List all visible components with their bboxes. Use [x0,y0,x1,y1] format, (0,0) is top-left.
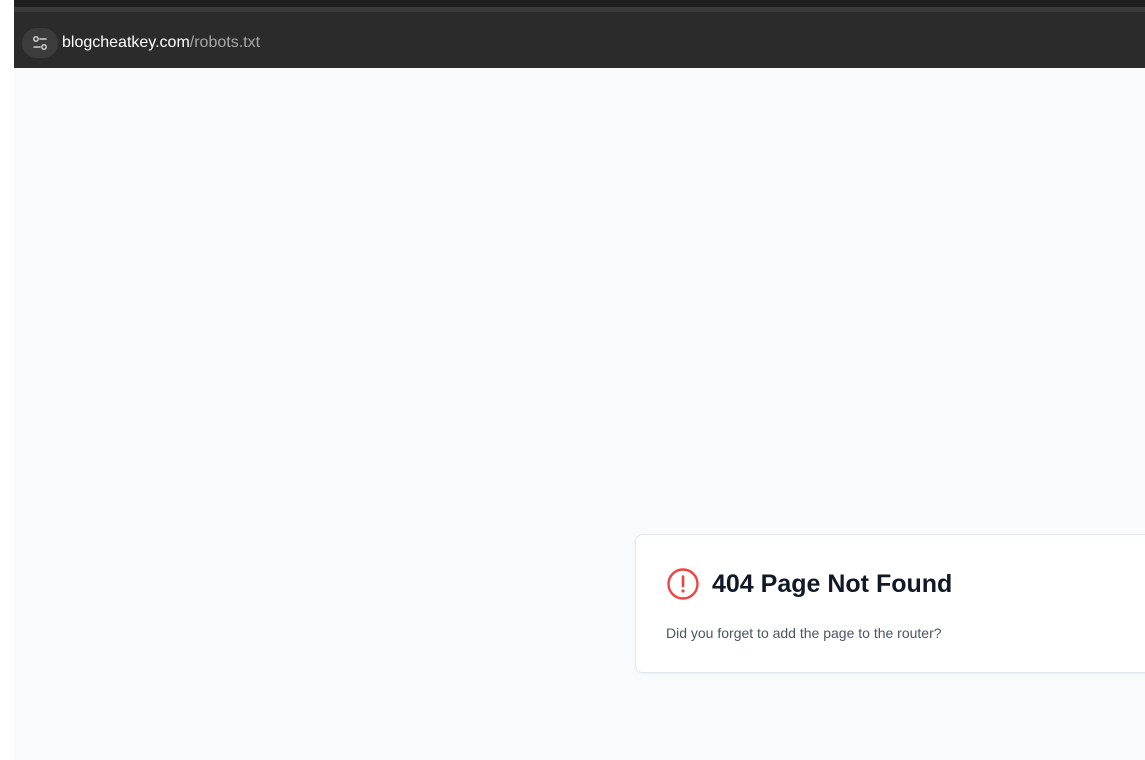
site-info-button[interactable] [22,28,58,58]
error-message: Did you forget to add the page to the ro… [666,625,942,641]
url-text[interactable]: blogcheatkey.com/robots.txt [62,33,260,53]
url-domain: blogcheatkey.com [62,34,190,51]
page-title: 404 Page Not Found [712,570,953,598]
address-bar[interactable]: blogcheatkey.com/robots.txt [14,7,1145,68]
card-header: 404 Page Not Found [666,567,952,601]
tab-strip-edge [14,0,1145,7]
alert-circle-icon [667,568,699,600]
browser-window: blogcheatkey.com/robots.txt 404 Page Not… [14,0,1145,760]
url-path: /robots.txt [189,34,261,51]
not-found-card: 404 Page Not Found Did you forget to add… [635,534,1145,673]
tune-icon [33,36,47,50]
